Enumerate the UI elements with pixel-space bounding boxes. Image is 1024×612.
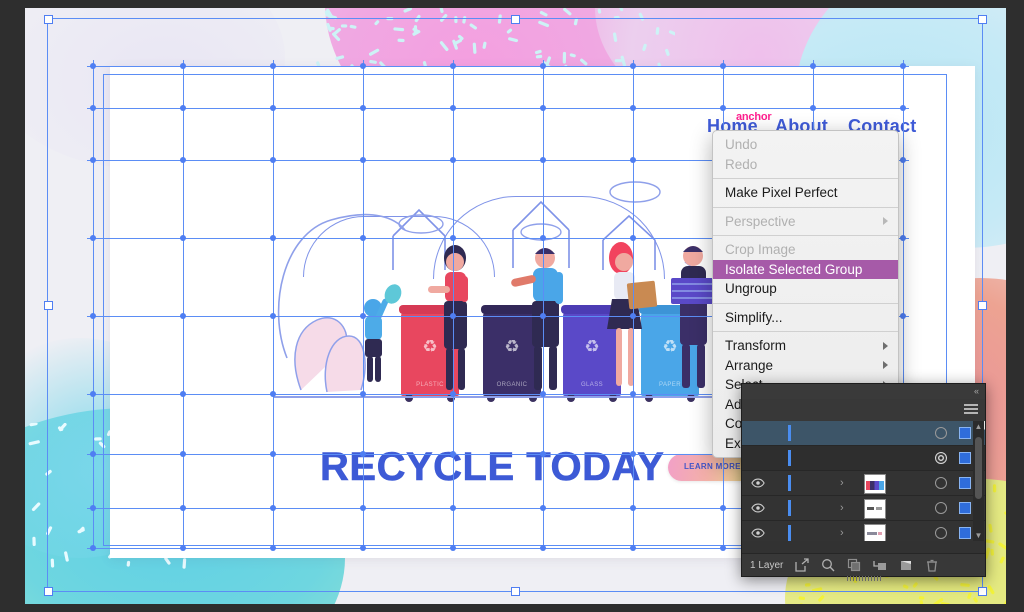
menu-item-label: Arrange bbox=[725, 357, 774, 373]
menu-item-label: Isolate Selected Group bbox=[725, 261, 863, 277]
menu-item-label: Undo bbox=[725, 137, 758, 152]
delete-selection-icon[interactable] bbox=[925, 558, 939, 572]
scroll-up-icon[interactable]: ▲ bbox=[973, 421, 984, 432]
menu-item-label: Simplify... bbox=[725, 309, 783, 325]
layer-color-swatch bbox=[788, 475, 791, 491]
menu-separator bbox=[713, 178, 898, 179]
expand-layer-chevron-icon[interactable]: › bbox=[840, 527, 844, 539]
layer-color-swatch bbox=[788, 500, 791, 516]
layers-panel-tabbar[interactable] bbox=[742, 399, 985, 422]
menu-separator bbox=[713, 206, 898, 208]
submenu-arrow-icon bbox=[883, 217, 888, 226]
layer-color-swatch bbox=[788, 425, 791, 441]
layer-row[interactable] bbox=[742, 421, 985, 446]
release-to-layers-icon[interactable] bbox=[795, 558, 810, 572]
make-clipping-mask-icon[interactable] bbox=[847, 558, 861, 572]
layer-row[interactable] bbox=[742, 446, 985, 471]
illustrator-window: ♻ PLASTIC ♻ ORGANIC ♻ GLASS ♻ PAPER Home… bbox=[0, 0, 1024, 612]
scroll-down-icon[interactable]: ▼ bbox=[973, 530, 984, 541]
person-woman-redhair bbox=[607, 242, 658, 386]
person-man-blue bbox=[511, 248, 563, 390]
layer-target-icon[interactable] bbox=[935, 452, 947, 464]
scrollbar-thumb[interactable] bbox=[975, 437, 982, 499]
locate-object-icon[interactable] bbox=[821, 558, 835, 572]
expand-layer-chevron-icon[interactable]: › bbox=[840, 502, 844, 514]
menu-item-perspective: Perspective bbox=[713, 212, 898, 232]
layer-target-icon[interactable] bbox=[935, 427, 947, 439]
layers-list[interactable]: ›››› bbox=[742, 421, 985, 541]
menu-item-simplify[interactable]: Simplify... bbox=[713, 308, 898, 328]
menu-item-label: Make Pixel Perfect bbox=[725, 185, 838, 200]
menu-item-label: Crop Image bbox=[725, 242, 796, 257]
person-man-crate bbox=[671, 246, 715, 388]
layer-color-swatch bbox=[788, 450, 791, 466]
page-headline[interactable]: RECYCLE TODAY bbox=[320, 445, 664, 490]
layer-thumbnail bbox=[864, 474, 886, 494]
layer-row[interactable]: › bbox=[742, 471, 985, 496]
layer-target-icon[interactable] bbox=[935, 477, 947, 489]
menu-item-ungroup[interactable]: Ungroup bbox=[713, 279, 898, 299]
layer-selection-indicator[interactable] bbox=[959, 452, 971, 464]
menu-item-transform[interactable]: Transform bbox=[713, 336, 898, 356]
layers-panel[interactable]: « ›››› ▲ ▼ 1 Layer bbox=[741, 383, 986, 581]
layers-panel-titlebar[interactable]: « bbox=[742, 384, 985, 399]
layer-row[interactable]: › bbox=[742, 496, 985, 521]
submenu-arrow-icon bbox=[883, 361, 888, 370]
layers-scrollbar[interactable]: ▲ ▼ bbox=[973, 421, 984, 541]
create-new-layer-icon[interactable] bbox=[899, 558, 913, 572]
menu-item-label: Transform bbox=[725, 338, 787, 353]
layer-thumbnail bbox=[864, 524, 886, 541]
person-woman-red bbox=[428, 245, 468, 390]
menu-item-label: Ungroup bbox=[725, 281, 777, 296]
layer-thumbnail bbox=[864, 499, 886, 519]
hamburger-menu-icon[interactable] bbox=[964, 404, 978, 415]
eye-visibility-icon[interactable] bbox=[751, 503, 765, 513]
recycling-illustration[interactable]: ♻ PLASTIC ♻ ORGANIC ♻ GLASS ♻ PAPER bbox=[273, 158, 723, 408]
layer-selection-indicator[interactable] bbox=[959, 427, 971, 439]
layer-target-icon[interactable] bbox=[935, 502, 947, 514]
menu-separator bbox=[713, 235, 898, 236]
menu-item-arrange[interactable]: Arrange bbox=[713, 356, 898, 376]
anchor-point-tooltip: anchor bbox=[736, 111, 772, 123]
menu-item-label: Perspective bbox=[725, 213, 796, 229]
layer-selection-indicator[interactable] bbox=[959, 502, 971, 514]
learn-more-button-label: LEARN MORE bbox=[684, 462, 741, 471]
submenu-arrow-icon bbox=[883, 341, 888, 350]
illustration-ground-line bbox=[273, 396, 723, 398]
eye-visibility-icon[interactable] bbox=[751, 528, 765, 538]
menu-item-make-pixel-perfect[interactable]: Make Pixel Perfect bbox=[713, 183, 898, 203]
layer-row[interactable]: › bbox=[742, 521, 985, 541]
eye-visibility-icon[interactable] bbox=[751, 478, 765, 488]
menu-item-crop-image: Crop Image bbox=[713, 240, 898, 260]
layers-panel-footer: 1 Layer bbox=[742, 553, 985, 576]
create-sublayer-icon[interactable] bbox=[873, 558, 887, 572]
person-child bbox=[364, 284, 402, 382]
layer-selection-indicator[interactable] bbox=[959, 527, 971, 539]
collapse-panel-icon[interactable]: « bbox=[974, 386, 979, 396]
layer-target-icon[interactable] bbox=[935, 527, 947, 539]
menu-item-label: Redo bbox=[725, 156, 758, 172]
layer-color-swatch bbox=[788, 525, 791, 541]
panel-resize-grip[interactable] bbox=[846, 576, 881, 581]
menu-separator bbox=[713, 331, 898, 332]
expand-layer-chevron-icon[interactable]: › bbox=[840, 477, 844, 489]
menu-item-undo: Undo bbox=[713, 135, 898, 155]
menu-item-redo: Redo bbox=[713, 155, 898, 175]
menu-separator bbox=[713, 302, 898, 304]
illustration-people bbox=[364, 242, 715, 390]
layer-selection-indicator[interactable] bbox=[959, 477, 971, 489]
layer-count-label: 1 Layer bbox=[750, 559, 784, 571]
menu-item-isolate-selected-group[interactable]: Isolate Selected Group bbox=[713, 259, 898, 279]
